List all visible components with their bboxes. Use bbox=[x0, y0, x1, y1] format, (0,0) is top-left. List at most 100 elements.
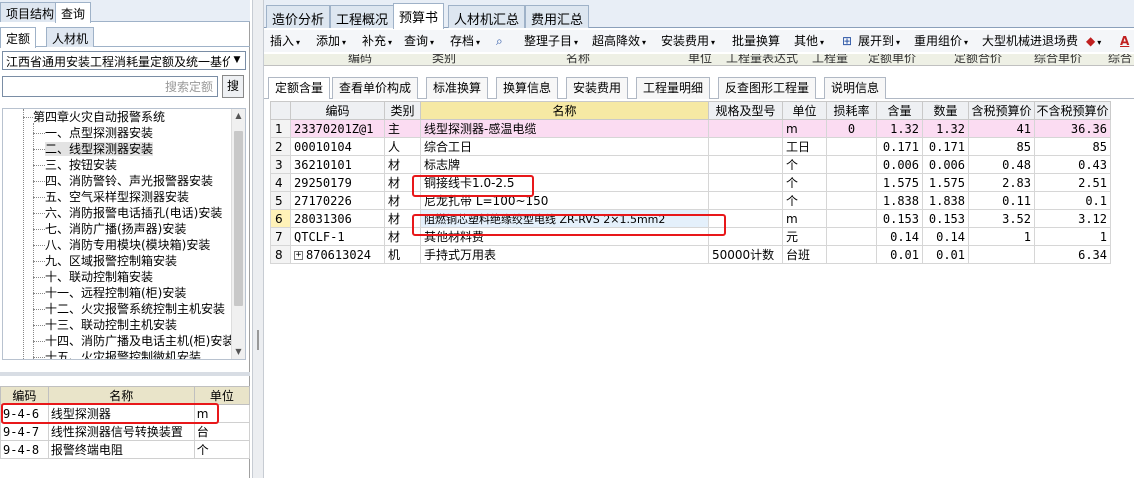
content-cell[interactable]: 0.14 bbox=[876, 227, 923, 246]
unit-cell[interactable]: 个 bbox=[782, 191, 827, 210]
tab-quota[interactable]: 定额 bbox=[0, 27, 37, 48]
spec-cell[interactable] bbox=[708, 155, 783, 174]
col-header-content[interactable]: 含量 bbox=[876, 101, 923, 120]
tree-item[interactable]: 十二、火灾报警系统控制主机安装 bbox=[3, 301, 233, 317]
scroll-down-icon[interactable]: ▼ bbox=[232, 345, 245, 359]
notax-price-cell[interactable]: 0.43 bbox=[1034, 155, 1111, 174]
tree-item[interactable]: 十四、消防广播及电话主机(柜)安装 bbox=[3, 333, 234, 349]
unit-cell[interactable]: 元 bbox=[782, 227, 827, 246]
col-header-quantity[interactable]: 数量 bbox=[922, 101, 969, 120]
scroll-thumb[interactable] bbox=[234, 131, 243, 306]
tab-unit-price-composition[interactable]: 查看单价构成 bbox=[332, 77, 419, 99]
tree-item[interactable]: 七、消防广播(扬声器)安装 bbox=[3, 221, 233, 237]
quota-search-field[interactable] bbox=[2, 76, 218, 97]
font-color-icon[interactable]: A bbox=[1120, 33, 1129, 50]
tree-item[interactable]: 一、点型探测器安装 bbox=[3, 125, 233, 141]
install-fee-menu[interactable]: 安装费用 ▾ bbox=[661, 33, 715, 50]
content-cell[interactable]: 1.32 bbox=[876, 119, 923, 138]
spec-cell[interactable] bbox=[708, 119, 783, 138]
height-reduction-menu[interactable]: 超高降效 ▾ bbox=[592, 33, 646, 50]
name-cell[interactable]: 线型探测器-感温电缆 bbox=[420, 119, 709, 138]
fill-color-icon[interactable]: ◆ ▾ bbox=[1086, 33, 1101, 50]
tree-item-selected[interactable]: 二、线型探测器安装 bbox=[3, 141, 233, 157]
search-button[interactable]: 搜 bbox=[222, 75, 244, 98]
tab-fee-summary[interactable]: 费用汇总 bbox=[525, 5, 590, 28]
tree-item[interactable]: 十、联动控制箱安装 bbox=[3, 269, 233, 285]
code-cell[interactable]: 28031306 bbox=[290, 209, 385, 228]
other-menu[interactable]: 其他 ▾ bbox=[794, 33, 824, 50]
table-row[interactable]: 4 29250179 材 铜接线卡1.0-2.5 个 1.575 1.575 2… bbox=[270, 173, 1111, 192]
supplement-menu[interactable]: 补充 ▾ bbox=[362, 33, 392, 50]
spec-cell[interactable] bbox=[708, 191, 783, 210]
tab-install-fee[interactable]: 安装费用 bbox=[566, 77, 629, 99]
loss-cell[interactable] bbox=[826, 137, 877, 156]
tree-item[interactable]: 十五、火灾报警控制微机安装 bbox=[3, 349, 233, 359]
code-cell[interactable]: QTCLF-1 bbox=[290, 227, 385, 246]
reuse-pricing-menu[interactable]: 重用组价 ▾ bbox=[914, 33, 968, 50]
notax-price-cell[interactable]: 1 bbox=[1034, 227, 1111, 246]
name-cell[interactable]: 标志牌 bbox=[420, 155, 709, 174]
unit-cell[interactable]: 个 bbox=[782, 155, 827, 174]
content-cell[interactable]: 1.575 bbox=[876, 173, 923, 192]
content-cell[interactable]: 0.006 bbox=[876, 155, 923, 174]
unit-cell[interactable]: m bbox=[782, 119, 827, 138]
tree-item[interactable]: 四、消防警铃、声光报警器安装 bbox=[3, 173, 233, 189]
col-header-loss-rate[interactable]: 损耗率 bbox=[826, 101, 877, 120]
col-header-unit[interactable]: 单位 bbox=[193, 386, 251, 405]
code-cell[interactable]: 23370201Z@1 bbox=[290, 119, 385, 138]
tree-item[interactable]: 九、区域报警控制箱安装 bbox=[3, 253, 233, 269]
loss-cell[interactable] bbox=[826, 209, 877, 228]
col-header-spec[interactable]: 规格及型号 bbox=[708, 101, 783, 120]
name-cell[interactable]: 综合工日 bbox=[420, 137, 709, 156]
tab-project-structure[interactable]: 项目结构 bbox=[0, 2, 61, 22]
notax-price-cell[interactable]: 2.51 bbox=[1034, 173, 1111, 192]
notax-price-cell[interactable]: 3.12 bbox=[1034, 209, 1111, 228]
col-header-notax-price[interactable]: 不含税预算价 bbox=[1034, 101, 1111, 120]
tab-query[interactable]: 查询 bbox=[55, 2, 92, 23]
scroll-up-icon[interactable]: ▲ bbox=[232, 109, 245, 123]
spec-cell[interactable] bbox=[708, 173, 783, 192]
type-cell[interactable]: 人 bbox=[384, 137, 421, 156]
tab-description[interactable]: 说明信息 bbox=[824, 77, 887, 99]
notax-price-cell[interactable]: 85 bbox=[1034, 137, 1111, 156]
unit-cell[interactable]: 个 bbox=[782, 173, 827, 192]
large-machinery-fee-button[interactable]: 大型机械进退场费 bbox=[982, 33, 1078, 50]
code-cell[interactable]: 36210101 bbox=[290, 155, 385, 174]
type-cell[interactable]: 主 bbox=[384, 119, 421, 138]
tree-item-chapter-4[interactable]: 第四章火灾自动报警系统 bbox=[3, 109, 233, 125]
tax-price-cell[interactable] bbox=[968, 245, 1035, 264]
tab-project-overview[interactable]: 工程概况 bbox=[330, 5, 395, 28]
table-row[interactable]: 8 +870613024 机 手持式万用表 50000计数 台班 0.01 0.… bbox=[270, 245, 1111, 264]
notax-price-cell[interactable]: 6.34 bbox=[1034, 245, 1111, 264]
content-cell[interactable]: 1.838 bbox=[876, 191, 923, 210]
binoculars-icon[interactable]: ⌕ bbox=[496, 33, 503, 50]
table-row[interactable]: 9-4-8 报警终端电阻 个 bbox=[0, 440, 251, 459]
loss-cell[interactable] bbox=[826, 191, 877, 210]
type-cell[interactable]: 材 bbox=[384, 155, 421, 174]
code-cell[interactable]: 29250179 bbox=[290, 173, 385, 192]
tree-item[interactable]: 十一、远程控制箱(柜)安装 bbox=[3, 285, 233, 301]
chevron-down-icon[interactable]: ▼ bbox=[230, 52, 244, 69]
vertical-splitter[interactable] bbox=[252, 0, 264, 478]
quota-search-input[interactable] bbox=[3, 77, 217, 96]
archive-menu[interactable]: 存档 ▾ bbox=[450, 33, 480, 50]
tax-price-cell[interactable]: 2.83 bbox=[968, 173, 1035, 192]
name-cell[interactable]: 手持式万用表 bbox=[420, 245, 709, 264]
table-row[interactable]: 2 00010104 人 综合工日 工日 0.171 0.171 85 85 bbox=[270, 137, 1111, 156]
notax-price-cell[interactable]: 0.1 bbox=[1034, 191, 1111, 210]
tab-labor-material-machine[interactable]: 人材机 bbox=[46, 27, 95, 47]
loss-cell[interactable] bbox=[826, 155, 877, 174]
loss-cell[interactable] bbox=[826, 173, 877, 192]
spec-cell[interactable] bbox=[708, 137, 783, 156]
tax-price-cell[interactable]: 0.11 bbox=[968, 191, 1035, 210]
loss-cell[interactable]: 0 bbox=[826, 119, 877, 138]
code-cell[interactable]: 00010104 bbox=[290, 137, 385, 156]
tree-item[interactable]: 六、消防报警电话插孔(电话)安装 bbox=[3, 205, 233, 221]
code-cell[interactable]: +870613024 bbox=[290, 245, 385, 264]
unit-cell[interactable]: 台班 bbox=[782, 245, 827, 264]
col-header-unit[interactable]: 单位 bbox=[782, 101, 827, 120]
col-header-name[interactable]: 名称 bbox=[47, 386, 195, 405]
add-menu[interactable]: 添加 ▾ bbox=[316, 33, 346, 50]
expand-plus-icon[interactable]: + bbox=[294, 250, 303, 260]
col-header-code[interactable]: 编码 bbox=[0, 386, 49, 405]
